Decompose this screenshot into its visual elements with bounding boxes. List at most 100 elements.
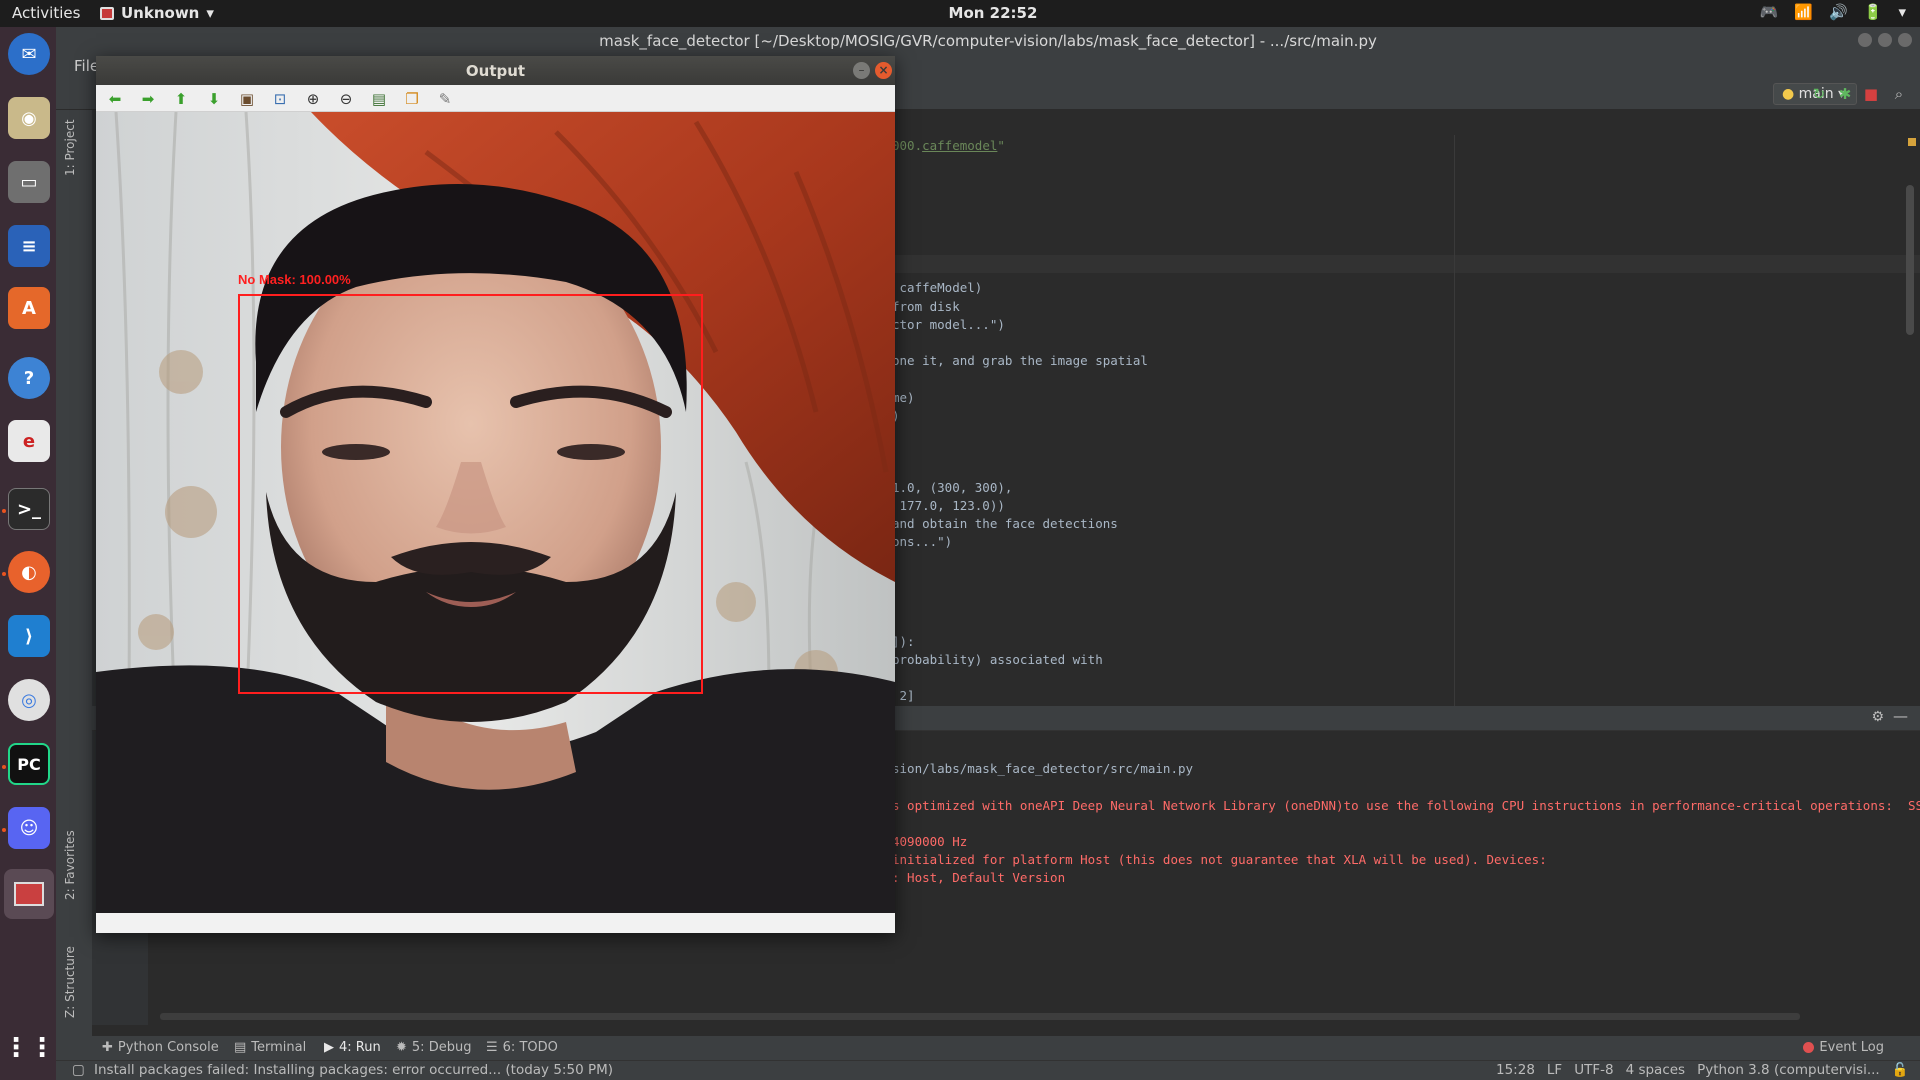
stop-icon[interactable]: ■ bbox=[1862, 85, 1880, 103]
zoom-out-icon[interactable]: ⊖ bbox=[337, 90, 355, 108]
event-log-label: Event Log bbox=[1819, 1040, 1884, 1055]
zoom-fit-icon[interactable]: ▣ bbox=[238, 90, 256, 108]
indent-setting[interactable]: 4 spaces bbox=[1626, 1062, 1686, 1078]
terminal-icon: ▤ bbox=[234, 1040, 247, 1055]
tab-terminal[interactable]: ▤ Terminal bbox=[234, 1040, 306, 1055]
console-line: s optimized with oneAPI Deep Neural Netw… bbox=[892, 798, 1920, 813]
maximize-button[interactable] bbox=[1878, 33, 1892, 47]
save-icon[interactable]: ▤ bbox=[370, 90, 388, 108]
running-indicator bbox=[2, 828, 6, 832]
ide-title: mask_face_detector [~/Desktop/MOSIG/GVR/… bbox=[599, 32, 1377, 50]
chrome-icon[interactable]: ◎ bbox=[8, 679, 50, 721]
status-right: 15:28 LF UTF-8 4 spaces Python 3.8 (comp… bbox=[1496, 1062, 1920, 1078]
output-toolbar: ⬅ ➡ ⬆ ⬇ ▣ ⊡ ⊕ ⊖ ▤ ❐ ✎ bbox=[96, 85, 895, 112]
caret-position[interactable]: 15:28 bbox=[1496, 1062, 1535, 1078]
running-indicator bbox=[2, 572, 6, 576]
system-tray[interactable]: 🎮 📶 🔊 🔋 ▾ bbox=[1760, 3, 1906, 21]
gear-icon[interactable]: ⚙ bbox=[1871, 709, 1884, 725]
ide-titlebar: mask_face_detector [~/Desktop/MOSIG/GVR/… bbox=[56, 27, 1920, 54]
event-log-button[interactable]: Event Log bbox=[1803, 1040, 1884, 1055]
pycharm-icon[interactable]: PC bbox=[8, 743, 50, 785]
play-icon: ▶ bbox=[324, 1040, 334, 1055]
python-interpreter[interactable]: Python 3.8 (computervisi... bbox=[1697, 1062, 1880, 1078]
code-line: probability) associated with bbox=[892, 652, 1103, 667]
detection-label: No Mask: 100.00% bbox=[238, 272, 351, 287]
code-line: caffeModel) bbox=[892, 280, 983, 295]
code-line: from disk bbox=[892, 299, 960, 314]
tab-favorites[interactable]: 2: Favorites bbox=[63, 830, 77, 900]
help-icon[interactable]: ? bbox=[8, 357, 50, 399]
tab-python-console[interactable]: ✚ Python Console bbox=[102, 1040, 219, 1055]
output-titlebar[interactable]: Output – × bbox=[96, 56, 895, 85]
image-canvas[interactable]: No Mask: 100.00% bbox=[96, 112, 895, 913]
debug-icon[interactable]: ✱ bbox=[1836, 85, 1854, 103]
rerun-icon[interactable]: ↻ bbox=[1810, 85, 1828, 103]
tab-project[interactable]: 1: Project bbox=[63, 119, 77, 176]
hide-panel-icon[interactable]: — bbox=[1893, 707, 1908, 725]
discord-tray-icon[interactable]: 🎮 bbox=[1760, 3, 1779, 21]
pan-up-icon[interactable]: ⬆ bbox=[172, 90, 190, 108]
firefox-icon[interactable]: ◐ bbox=[8, 551, 50, 593]
warning-marker[interactable] bbox=[1908, 138, 1916, 146]
bug-icon: ✹ bbox=[396, 1040, 407, 1055]
power-menu-chevron-icon[interactable]: ▾ bbox=[1898, 3, 1906, 21]
code-line: ]): bbox=[892, 634, 915, 649]
dock: ✉ ◉ ▭ ≡ A ? e >_ ◐ ⟩ ◎ PC ☺ ⋮⋮ bbox=[0, 27, 56, 1080]
desktop: Activities Unknown ▾ Mon 22:52 🎮 📶 🔊 🔋 ▾… bbox=[0, 0, 1920, 1080]
pan-down-icon[interactable]: ⬇ bbox=[205, 90, 223, 108]
output-window: Output – × ⬅ ➡ ⬆ ⬇ ▣ ⊡ ⊕ ⊖ ▤ ❐ ✎ No Mask… bbox=[96, 56, 895, 933]
console-line: initialized for platform Host (this does… bbox=[892, 852, 1547, 867]
code-line: 177.0, 123.0)) bbox=[892, 498, 1005, 513]
tab-todo[interactable]: ☰ 6: TODO bbox=[486, 1040, 558, 1055]
close-button[interactable] bbox=[1898, 33, 1912, 47]
rhythmbox-icon[interactable]: ◉ bbox=[8, 97, 50, 139]
status-message[interactable]: Install packages failed: Installing pack… bbox=[94, 1062, 613, 1078]
tab-structure[interactable]: Z: Structure bbox=[63, 946, 77, 1018]
software-center-icon[interactable]: A bbox=[8, 287, 50, 329]
python-icon: ● bbox=[1782, 86, 1795, 102]
zoom-in-icon[interactable]: ⊕ bbox=[304, 90, 322, 108]
pan-left-icon[interactable]: ⬅ bbox=[106, 90, 124, 108]
terminal-icon[interactable]: >_ bbox=[8, 488, 50, 530]
code-line: 2] bbox=[892, 688, 915, 703]
properties-icon[interactable]: ✎ bbox=[436, 90, 454, 108]
tab-label: 6: TODO bbox=[502, 1040, 558, 1055]
clock[interactable]: Mon 22:52 bbox=[0, 4, 1920, 22]
console-line: 4090000 Hz bbox=[892, 834, 968, 849]
minimize-button[interactable]: – bbox=[853, 62, 870, 79]
search-icon[interactable]: ⌕ bbox=[1890, 85, 1908, 103]
tab-debug[interactable]: ✹ 5: Debug bbox=[396, 1040, 471, 1055]
bottom-tool-tabs: ✚ Python Console ▤ Terminal ▶ 4: Run ✹ 5: De… bbox=[56, 1036, 1920, 1060]
file-encoding[interactable]: UTF-8 bbox=[1574, 1062, 1613, 1078]
tab-label: Python Console bbox=[117, 1040, 219, 1055]
zoom-actual-icon[interactable]: ⊡ bbox=[271, 90, 289, 108]
left-tool-strip: 1: Project 2: Favorites Z: Structure bbox=[56, 110, 92, 1046]
tab-label: Terminal bbox=[251, 1040, 307, 1055]
status-window-icon[interactable]: ▢ bbox=[72, 1062, 85, 1078]
files-icon[interactable]: ▭ bbox=[8, 161, 50, 203]
minimize-button[interactable] bbox=[1858, 33, 1872, 47]
writer-icon[interactable]: ≡ bbox=[8, 225, 50, 267]
copy-icon[interactable]: ❐ bbox=[403, 90, 421, 108]
thunderbird-icon[interactable]: ✉ bbox=[8, 33, 50, 75]
console-scrollbar[interactable] bbox=[160, 1013, 1800, 1020]
close-button[interactable]: × bbox=[875, 62, 892, 79]
output-status-strip bbox=[96, 913, 895, 933]
face-bounding-box bbox=[238, 294, 703, 694]
discord-icon[interactable]: ☺ bbox=[8, 807, 50, 849]
tab-run[interactable]: ▶ 4: Run bbox=[324, 1040, 381, 1055]
output-window-dock-icon[interactable] bbox=[4, 869, 54, 919]
line-separator[interactable]: LF bbox=[1547, 1062, 1562, 1078]
vscode-icon[interactable]: ⟩ bbox=[8, 615, 50, 657]
code-line: one it, and grab the image spatial bbox=[892, 353, 1148, 368]
pdf-reader-icon[interactable]: e bbox=[8, 420, 50, 462]
python-icon: ✚ bbox=[102, 1040, 113, 1055]
lock-icon[interactable]: 🔓 bbox=[1892, 1062, 1909, 1078]
pan-right-icon[interactable]: ➡ bbox=[139, 90, 157, 108]
editor-scrollbar[interactable] bbox=[1906, 185, 1914, 335]
running-indicator bbox=[2, 765, 6, 769]
code-line: ctor model...") bbox=[892, 317, 1005, 332]
show-applications-icon[interactable]: ⋮⋮ bbox=[3, 1027, 55, 1069]
wifi-icon: 📶 bbox=[1794, 3, 1814, 21]
ide-window-buttons bbox=[1858, 33, 1912, 47]
